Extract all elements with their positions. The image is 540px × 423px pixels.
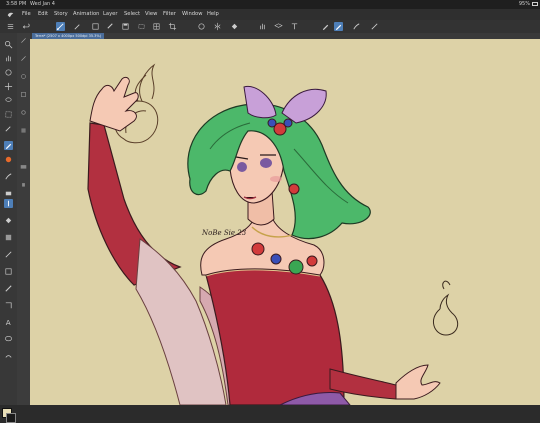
- rotate-tool-icon[interactable]: [4, 68, 13, 77]
- figure-icon[interactable]: [4, 250, 13, 259]
- circle-small-icon[interactable]: [20, 73, 27, 80]
- ruler-tool-icon[interactable]: [4, 284, 13, 293]
- fill-tool-icon[interactable]: [4, 216, 13, 225]
- status-bar: 3:58 PM Wed Jan 4 95%: [0, 0, 540, 9]
- eraser-icon[interactable]: [4, 189, 13, 198]
- shape-icon[interactable]: [4, 301, 13, 310]
- menu-animation[interactable]: Animation: [73, 9, 99, 20]
- illustration: [87, 63, 459, 405]
- artist-signature: NoBe Sie 23: [202, 229, 247, 237]
- menu-filter[interactable]: Filter: [163, 9, 176, 20]
- battery-icon: [532, 2, 538, 6]
- lower-hand: [395, 364, 441, 400]
- brush-icon[interactable]: [352, 22, 361, 31]
- sub-tool-palette: [17, 33, 30, 405]
- brush-small-icon[interactable]: [20, 55, 27, 62]
- hand-icon[interactable]: [258, 22, 267, 31]
- move-icon[interactable]: [4, 82, 13, 91]
- fill-icon[interactable]: [230, 22, 239, 31]
- delete-icon[interactable]: [20, 181, 27, 188]
- status-date: Wed Jan 4: [30, 1, 55, 7]
- hair-bow: [243, 85, 277, 119]
- eyedropper-icon[interactable]: [4, 124, 13, 133]
- tool-palette: A: [0, 33, 18, 423]
- text-tool-icon[interactable]: A: [4, 318, 13, 327]
- blend-tool-icon[interactable]: [4, 199, 13, 208]
- rotate-icon[interactable]: [197, 22, 206, 31]
- sub-color-swatch[interactable]: [6, 413, 16, 423]
- correct-line-icon[interactable]: [4, 352, 13, 361]
- undo-icon[interactable]: [22, 22, 31, 31]
- canvas[interactable]: NoBe Sie 23: [30, 39, 540, 405]
- menu-icon[interactable]: [6, 22, 15, 31]
- layer-small-icon[interactable]: [20, 127, 27, 134]
- airbrush-icon[interactable]: [4, 172, 13, 181]
- hand-tool-icon[interactable]: [4, 54, 13, 63]
- crop-icon[interactable]: [168, 22, 177, 31]
- gradient-icon[interactable]: [4, 233, 13, 242]
- menu-select[interactable]: Select: [124, 9, 140, 20]
- lasso-icon[interactable]: [4, 96, 13, 105]
- balloon-icon[interactable]: [4, 335, 13, 344]
- menu-layer[interactable]: Layer: [103, 9, 117, 20]
- pen-tool-active-icon[interactable]: [4, 141, 13, 150]
- save-icon[interactable]: [121, 22, 130, 31]
- svg-text:A: A: [6, 318, 11, 327]
- folder-icon[interactable]: [20, 163, 27, 170]
- menu-window[interactable]: Window: [182, 9, 202, 20]
- layer-icon[interactable]: [274, 22, 283, 31]
- text-icon[interactable]: [290, 22, 299, 31]
- rect-small-icon[interactable]: [20, 91, 27, 98]
- frame-icon[interactable]: [4, 267, 13, 276]
- app-logo-icon[interactable]: [7, 11, 14, 18]
- snap-icon[interactable]: [56, 22, 65, 31]
- status-time: 3:58 PM: [6, 1, 27, 7]
- gear-icon[interactable]: [20, 109, 27, 116]
- pen-tool-icon[interactable]: [321, 22, 330, 31]
- command-bar: [0, 20, 540, 34]
- pen-icon[interactable]: [73, 22, 82, 31]
- menu-view[interactable]: View: [145, 9, 157, 20]
- selection-icon[interactable]: [137, 22, 146, 31]
- menu-help[interactable]: Help: [207, 9, 219, 20]
- magic-flame-right: [432, 280, 459, 336]
- zoom-icon[interactable]: [4, 40, 13, 49]
- grid-icon[interactable]: [152, 22, 161, 31]
- menu-edit[interactable]: Edit: [38, 9, 48, 20]
- raised-hand: [89, 76, 139, 132]
- selection-tool-icon[interactable]: [4, 110, 13, 119]
- pencil-icon[interactable]: [370, 22, 379, 31]
- menu-bar: File Edit Story Animation Layer Select V…: [0, 9, 540, 20]
- brush-tool-icon[interactable]: [4, 155, 13, 164]
- flip-icon[interactable]: [213, 22, 222, 31]
- pen-active-icon[interactable]: [334, 22, 343, 31]
- menu-file[interactable]: File: [22, 9, 31, 20]
- pen-small-icon[interactable]: [20, 37, 27, 44]
- battery-percent: 95%: [518, 1, 530, 7]
- transform-icon[interactable]: [91, 22, 100, 31]
- ruler-icon[interactable]: [106, 22, 115, 31]
- menu-story[interactable]: Story: [54, 9, 68, 20]
